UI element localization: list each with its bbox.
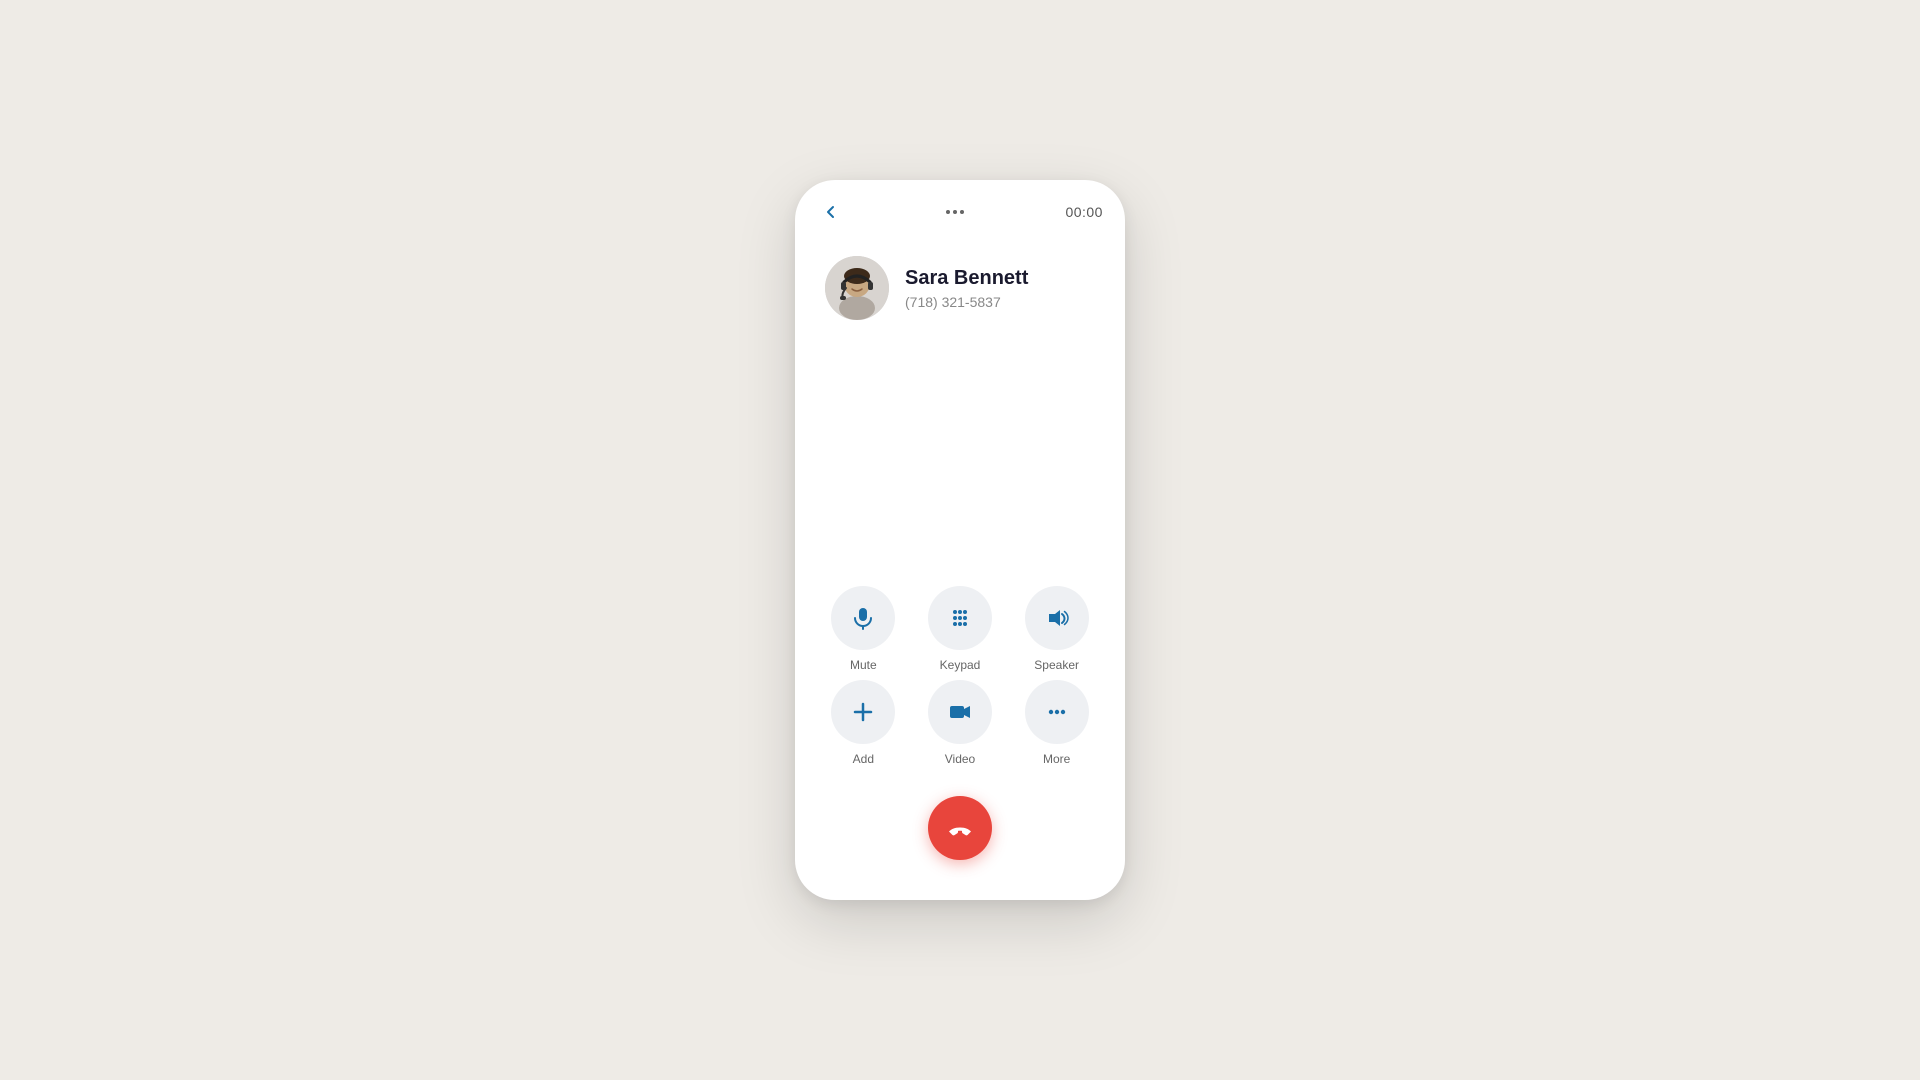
video-icon	[947, 699, 973, 725]
more-control[interactable]: More	[1008, 680, 1105, 766]
back-button[interactable]	[817, 198, 845, 226]
contact-phone: (718) 321-5837	[905, 294, 1028, 310]
top-bar: 00:00	[795, 180, 1125, 236]
contact-section: Sara Bennett (718) 321-5837	[795, 236, 1125, 330]
add-icon	[850, 699, 876, 725]
speaker-button[interactable]	[1025, 586, 1089, 650]
more-button[interactable]	[1025, 680, 1089, 744]
add-control[interactable]: Add	[815, 680, 912, 766]
call-timer: 00:00	[1065, 204, 1103, 220]
more-label: More	[1043, 752, 1070, 766]
add-label: Add	[853, 752, 874, 766]
controls-grid: Mute Keypad	[795, 576, 1125, 786]
keypad-icon	[947, 605, 973, 631]
mute-control[interactable]: Mute	[815, 586, 912, 672]
end-call-icon	[945, 813, 975, 843]
mute-icon	[850, 605, 876, 631]
speaker-label: Speaker	[1034, 658, 1079, 672]
keypad-control[interactable]: Keypad	[912, 586, 1009, 672]
mute-button[interactable]	[831, 586, 895, 650]
speaker-control[interactable]: Speaker	[1008, 586, 1105, 672]
end-call-section	[795, 786, 1125, 900]
avatar	[825, 256, 889, 320]
speaker-icon	[1044, 605, 1070, 631]
video-button[interactable]	[928, 680, 992, 744]
more-icon	[1044, 699, 1070, 725]
add-button[interactable]	[831, 680, 895, 744]
video-label: Video	[945, 752, 975, 766]
video-control[interactable]: Video	[912, 680, 1009, 766]
keypad-button[interactable]	[928, 586, 992, 650]
keypad-label: Keypad	[940, 658, 981, 672]
spacer	[795, 330, 1125, 576]
end-call-button[interactable]	[928, 796, 992, 860]
contact-name: Sara Bennett	[905, 267, 1028, 290]
mute-label: Mute	[850, 658, 877, 672]
contact-info: Sara Bennett (718) 321-5837	[905, 267, 1028, 310]
menu-dots-button[interactable]	[946, 210, 964, 214]
phone-frame: 00:00	[795, 180, 1125, 900]
